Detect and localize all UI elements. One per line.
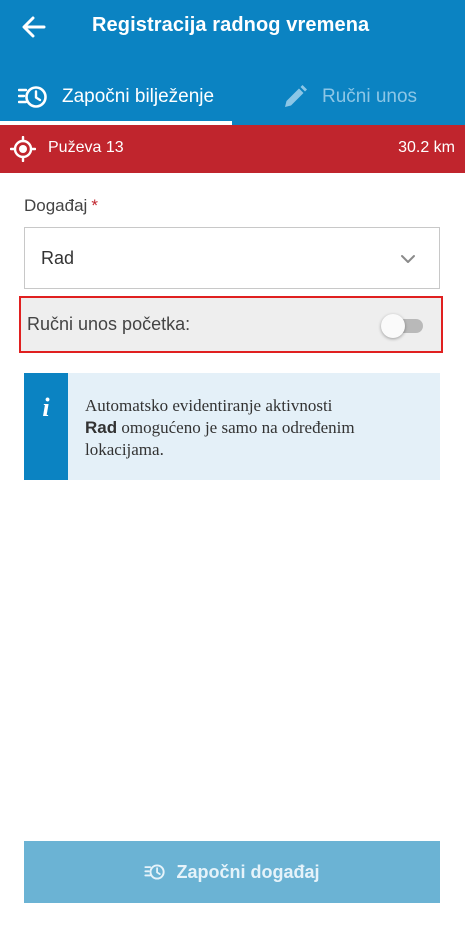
- info-text-before: Automatsko evidentiranje aktivnosti: [85, 396, 333, 415]
- clock-list-icon: [18, 85, 47, 108]
- location-distance: 30.2 km: [398, 139, 455, 156]
- info-icon: i: [42, 393, 50, 422]
- manual-start-toggle[interactable]: [381, 314, 425, 338]
- chevron-down-icon: [401, 255, 415, 263]
- info-text: Automatsko evidentiranje aktivnosti Rad …: [85, 395, 425, 461]
- tab-label: Ručni unos: [322, 85, 418, 107]
- clock-list-icon: [144, 864, 166, 880]
- location-bar: Puževa 13 30.2 km: [0, 125, 465, 173]
- event-label-text: Događaj: [24, 196, 88, 215]
- pencil-icon: [285, 84, 307, 107]
- page-title: Registracija radnog vremena: [92, 14, 370, 36]
- tab-manual-entry[interactable]: Ručni unos: [232, 68, 465, 125]
- location-name: Puževa 13: [48, 139, 124, 156]
- gps-target-icon: [10, 136, 36, 162]
- tab-bar: Započni bilježenje Ručni unos: [0, 68, 465, 125]
- manual-start-row: Ručni unos početka:: [19, 296, 443, 353]
- arrow-left-icon: [22, 16, 46, 38]
- info-box: i Automatsko evidentiranje aktivnosti Ra…: [24, 373, 440, 480]
- start-event-button[interactable]: Započni događaj: [24, 841, 440, 903]
- info-text-after: omogućeno je samo na određenim lokacijam…: [85, 418, 355, 459]
- toggle-thumb: [381, 314, 405, 338]
- tab-start-recording[interactable]: Započni bilježenje: [0, 68, 232, 125]
- start-event-label: Započni događaj: [176, 861, 320, 882]
- info-highlight: Rad: [85, 418, 118, 437]
- back-button[interactable]: [14, 10, 54, 44]
- app-bar: Registracija radnog vremena Započni bilj…: [0, 0, 465, 125]
- event-select[interactable]: Rad: [24, 227, 440, 289]
- required-marker: *: [91, 196, 98, 215]
- info-strip: i: [24, 373, 68, 480]
- manual-start-label: Ručni unos početka:: [27, 314, 191, 334]
- event-select-value: Rad: [41, 248, 75, 268]
- toolbar: Registracija radnog vremena: [0, 0, 465, 56]
- event-field-label: Događaj *: [24, 196, 98, 216]
- tab-label: Započni bilježenje: [62, 85, 215, 107]
